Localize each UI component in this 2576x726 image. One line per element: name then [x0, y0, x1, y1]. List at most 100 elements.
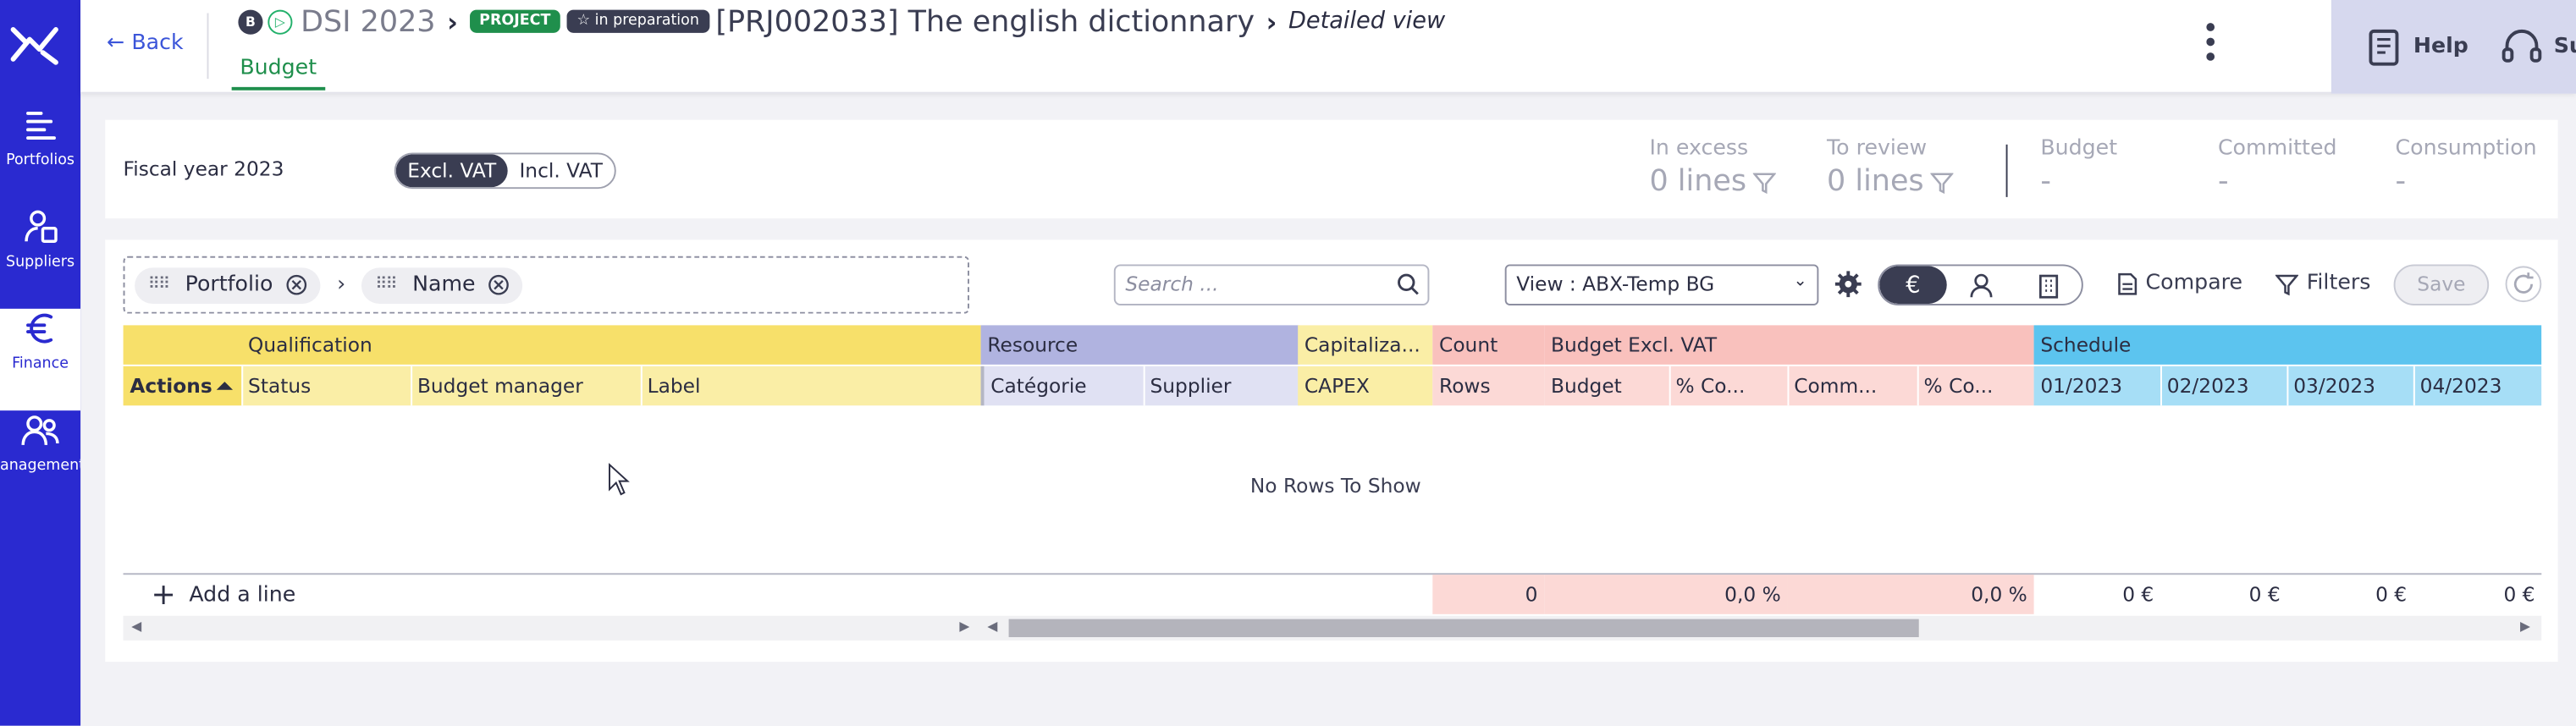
scroll-right-icon[interactable]: ▶: [2520, 619, 2530, 634]
column-header-capex[interactable]: CAPEX: [1298, 366, 1433, 406]
total-month-03: 0 €: [2375, 582, 2408, 607]
add-line-button[interactable]: + Add a line: [152, 580, 296, 609]
column-header-pct-committed[interactable]: % Co...: [1669, 366, 1788, 406]
play-circle-icon: ▷: [268, 8, 293, 34]
portfolios-icon: [25, 111, 56, 140]
euro-icon: [25, 313, 52, 344]
kpi-in-excess[interactable]: In excess 0 lines: [1649, 136, 1777, 199]
divider: [2005, 144, 2008, 197]
search-input[interactable]: Search ...: [1113, 264, 1430, 305]
column-header-actions[interactable]: Actions ⏶: [123, 366, 242, 406]
divider: [1143, 366, 1145, 406]
remove-circle-icon[interactable]: [488, 274, 510, 295]
drag-handle-icon[interactable]: ⠿⠿: [148, 276, 170, 294]
more-options-icon[interactable]: [2202, 23, 2218, 69]
nav-item-portfolios[interactable]: Portfolios: [0, 105, 80, 206]
budget-grid-card: ⠿⠿ Portfolio › ⠿⠿ Name Search ... View :…: [105, 239, 2558, 663]
scroll-left-icon[interactable]: ◀: [131, 619, 141, 634]
total-month-02: 0 €: [2248, 582, 2281, 607]
column-header-month-03[interactable]: 03/2023: [2286, 366, 2413, 406]
vat-excl-option[interactable]: Excl. VAT: [395, 154, 508, 188]
document-icon: [2118, 272, 2137, 294]
vat-toggle[interactable]: Excl. VAT Incl. VAT: [394, 152, 616, 190]
suppliers-icon: [24, 210, 57, 244]
scroll-right-icon[interactable]: ▶: [959, 619, 969, 634]
total-rows: 0: [1432, 575, 1545, 614]
group-chip-portfolio[interactable]: ⠿⠿ Portfolio: [135, 267, 321, 304]
column-header-supplier[interactable]: Supplier: [1143, 366, 1300, 406]
divider: [1787, 366, 1790, 406]
breadcrumb-portfolio[interactable]: DSI 2023: [301, 4, 435, 39]
column-header-month-01[interactable]: 01/2023: [2033, 366, 2161, 406]
nav-item-label: anagement: [0, 458, 81, 475]
kpi-to-review[interactable]: To review 0 lines: [1827, 136, 1955, 199]
back-link[interactable]: ← Back: [107, 31, 183, 56]
scrollbar-thumb[interactable]: [1008, 619, 1919, 637]
arrow-left-icon: ←: [107, 30, 132, 56]
column-header-month-04[interactable]: 04/2023: [2413, 366, 2542, 406]
nav-item-management[interactable]: anagement: [0, 410, 80, 512]
horizontal-scrollbar[interactable]: ◀ ▶ ◀ ▶: [123, 615, 2542, 641]
nav-item-suppliers[interactable]: Suppliers: [0, 207, 80, 309]
view-select[interactable]: View : ABX-Temp BG ⌄: [1504, 264, 1819, 305]
management-icon: [20, 415, 58, 446]
divider: [207, 13, 209, 80]
kpi-label: To review: [1827, 136, 1928, 162]
scroll-left-icon[interactable]: ◀: [987, 619, 997, 634]
nav-item-label: Portfolios: [6, 152, 75, 169]
kpi-label: Consumption: [2395, 136, 2537, 162]
column-header-label[interactable]: Label: [640, 366, 981, 406]
divider: [411, 366, 413, 406]
status-badge: ☆ in preparation: [566, 9, 709, 33]
empty-state-message: No Rows To Show: [1249, 474, 1421, 498]
gear-icon[interactable]: [1834, 271, 1862, 298]
column-header-month-02[interactable]: 02/2023: [2160, 366, 2287, 406]
mode-person-icon[interactable]: [1947, 266, 2015, 304]
mode-euro-icon[interactable]: €: [1879, 266, 1947, 305]
refresh-icon[interactable]: [2505, 266, 2542, 303]
column-header-budget-manager[interactable]: Budget manager: [411, 366, 641, 406]
mode-building-icon[interactable]: [2014, 266, 2082, 304]
column-header-budget[interactable]: Budget: [1544, 366, 1669, 406]
nav-item-label: Suppliers: [6, 254, 75, 272]
collapse-up-icon[interactable]: ⏶: [217, 366, 233, 406]
divider: [2286, 366, 2289, 406]
nav-item-finance[interactable]: Finance: [0, 308, 81, 411]
help-button[interactable]: Help: [2364, 27, 2468, 67]
row-group-dropzone[interactable]: ⠿⠿ Portfolio › ⠿⠿ Name: [123, 256, 970, 314]
column-header-status[interactable]: Status: [241, 366, 411, 406]
nav-item-label: Finance: [12, 356, 69, 373]
group-chip-name[interactable]: ⠿⠿ Name: [361, 267, 523, 304]
search-icon[interactable]: [1397, 272, 1420, 295]
column-header-categorie[interactable]: Catégorie: [980, 366, 1144, 406]
total-month-01: 0 €: [2122, 582, 2154, 607]
display-mode-toggle[interactable]: €: [1878, 264, 2083, 305]
drag-handle-icon[interactable]: ⠿⠿: [375, 276, 397, 294]
portfolio-letter-badge: B: [238, 8, 263, 34]
filters-button[interactable]: Filters: [2275, 271, 2370, 295]
divider: [1917, 366, 1919, 406]
support-button[interactable]: Support: [2502, 27, 2576, 67]
fiscal-summary-card: Fiscal year 2023 Excl. VAT Incl. VAT In …: [105, 119, 2558, 219]
project-type-badge: PROJECT: [469, 9, 561, 33]
project-title[interactable]: [PRJ002033] The english dictionnary: [715, 4, 1255, 39]
save-button[interactable]: Save: [2393, 264, 2490, 305]
grid-header: Qualification Resource Capitaliza... Cou…: [123, 325, 2542, 406]
total-month-04: 0 €: [2503, 582, 2535, 607]
grid-footer-totals: + Add a line 0 0,0 % 0,0 % 0 € 0 € 0 € 0…: [123, 573, 2542, 614]
divider: [2160, 366, 2162, 406]
tab-budget[interactable]: Budget: [231, 56, 325, 91]
search-placeholder: Search ...: [1125, 272, 1219, 296]
remove-circle-icon[interactable]: [286, 274, 307, 295]
kpi-consumption: Consumption -: [2396, 136, 2537, 199]
vat-incl-option[interactable]: Incl. VAT: [508, 154, 615, 187]
group-header-count: Count: [1432, 325, 1545, 365]
column-header-committed[interactable]: Comm...: [1787, 366, 1917, 406]
top-header: ← Back B ▷ DSI 2023 › PROJECT ☆ in prepa…: [80, 0, 2576, 94]
compare-label: Compare: [2145, 271, 2243, 296]
column-header-pct-consumed[interactable]: % Co...: [1917, 366, 2034, 406]
compare-button[interactable]: Compare: [2118, 271, 2242, 295]
app-logo-icon[interactable]: [7, 16, 63, 72]
current-view-label: Detailed view: [1288, 8, 1446, 35]
column-header-rows[interactable]: Rows: [1432, 366, 1545, 406]
